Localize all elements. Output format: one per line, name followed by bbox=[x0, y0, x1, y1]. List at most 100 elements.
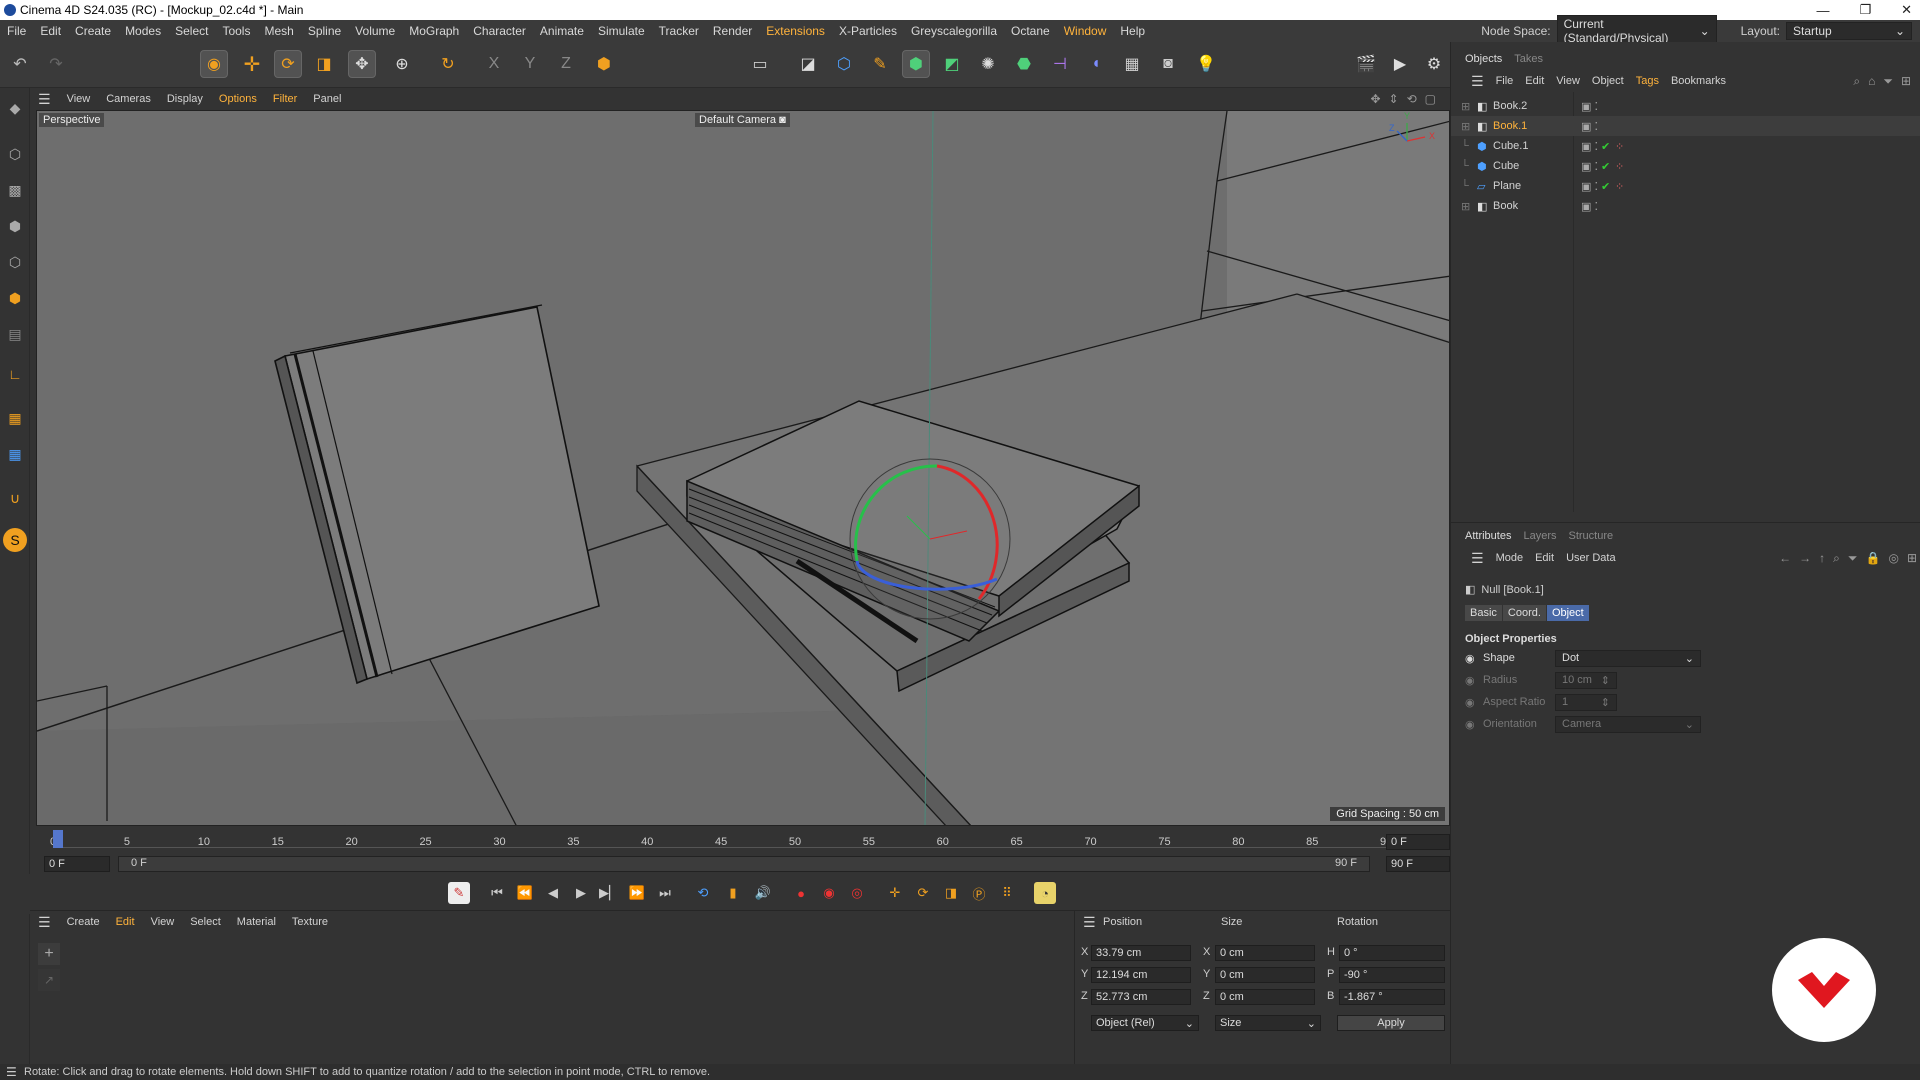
play-icon[interactable]: ▶ bbox=[570, 882, 592, 904]
scale-tool-icon[interactable]: ◨ bbox=[310, 50, 338, 78]
object-name[interactable]: Book.1 bbox=[1493, 120, 1527, 132]
record-keys-icon[interactable]: ● bbox=[790, 882, 812, 904]
menu-render[interactable]: Render bbox=[706, 24, 759, 38]
tab-attributes[interactable]: Attributes bbox=[1465, 530, 1511, 542]
timeline-window-icon[interactable]: ◔ bbox=[1034, 882, 1056, 904]
visibility-dots-icon[interactable]: ▣ ⁚ bbox=[1581, 180, 1598, 193]
menu-simulate[interactable]: Simulate bbox=[591, 24, 652, 38]
subtab-object[interactable]: Object bbox=[1546, 605, 1589, 621]
expand-icon[interactable]: ⊞ bbox=[1461, 100, 1470, 113]
key-pla-icon[interactable]: ⠿ bbox=[996, 882, 1018, 904]
check-icon[interactable]: ✔ bbox=[1601, 140, 1610, 153]
objects-menu-object[interactable]: Object bbox=[1586, 75, 1630, 87]
viewport-rotate-icon[interactable]: ⟲ bbox=[1407, 92, 1417, 106]
z-axis-lock-icon[interactable]: Z bbox=[552, 50, 580, 78]
object-name[interactable]: Book.2 bbox=[1493, 100, 1527, 112]
material-menu-texture[interactable]: Texture bbox=[284, 916, 336, 928]
menu-character[interactable]: Character bbox=[466, 24, 533, 38]
size-field[interactable]: 0 cm bbox=[1215, 945, 1315, 961]
polygons-mode-icon[interactable]: ⬢ bbox=[3, 286, 27, 310]
keyframe-selection-icon[interactable]: ◎ bbox=[846, 882, 868, 904]
key-scale-icon[interactable]: ◨ bbox=[940, 882, 962, 904]
points-mode-icon[interactable]: ⬢ bbox=[3, 214, 27, 238]
menu-edit[interactable]: Edit bbox=[33, 24, 68, 38]
sound-icon[interactable]: 🔊 bbox=[752, 882, 774, 904]
make-editable-icon[interactable]: ◆ bbox=[3, 96, 27, 120]
object-row[interactable]: └ ⬢ Cube ▣ ⁚ ✔ ⁘ bbox=[1451, 156, 1920, 176]
hamburger-icon[interactable]: ☰ bbox=[30, 91, 59, 108]
menu-mesh[interactable]: Mesh bbox=[257, 24, 300, 38]
menu-mograph[interactable]: MoGraph bbox=[402, 24, 466, 38]
filter-icon[interactable]: ⏷ bbox=[1848, 551, 1858, 566]
radio-icon[interactable]: ◉ bbox=[1465, 674, 1475, 687]
tab-layers[interactable]: Layers bbox=[1523, 530, 1556, 542]
camera-label[interactable]: Default Camera ◙ bbox=[695, 113, 790, 127]
expand-icon[interactable]: ⊞ bbox=[1461, 120, 1470, 133]
position-field[interactable]: 12.194 cm bbox=[1091, 967, 1191, 983]
render-settings-icon[interactable]: ⚙ bbox=[1420, 50, 1448, 78]
y-axis-lock-icon[interactable]: Y bbox=[516, 50, 544, 78]
extrude-icon[interactable]: ◩ bbox=[938, 50, 966, 78]
material-tag-icon[interactable]: ⁘ bbox=[1615, 180, 1624, 193]
object-name[interactable]: Book bbox=[1493, 200, 1518, 212]
filter-icon[interactable]: ⏷ bbox=[1883, 74, 1893, 89]
timeline[interactable]: 051015202530354045505560657075808590 0 F… bbox=[36, 826, 1450, 874]
loop-icon[interactable]: ⟲ bbox=[692, 882, 714, 904]
menu-file[interactable]: File bbox=[0, 24, 33, 38]
recent-tool-icon[interactable]: ↻ bbox=[434, 50, 462, 78]
camera-object-icon[interactable]: ◖ bbox=[1082, 50, 1110, 78]
object-row[interactable]: └ ▱ Plane ▣ ⁚ ✔ ⁘ bbox=[1451, 176, 1920, 196]
attr-menu-edit[interactable]: Edit bbox=[1529, 552, 1560, 564]
radio-icon[interactable]: ◉ bbox=[1465, 718, 1475, 731]
key-position-icon[interactable]: ✛ bbox=[884, 882, 906, 904]
size-field[interactable]: 0 cm bbox=[1215, 967, 1315, 983]
property-value[interactable]: Dot ⌄ bbox=[1555, 649, 1701, 667]
home-icon[interactable]: ⌂ bbox=[1868, 74, 1875, 89]
uv-mode-icon[interactable]: ▤ bbox=[3, 322, 27, 346]
hamburger-icon[interactable]: ☰ bbox=[6, 1065, 17, 1079]
radio-icon[interactable]: ◉ bbox=[1465, 696, 1475, 709]
texture-mode-icon[interactable]: ▩ bbox=[3, 178, 27, 202]
scene-camera-icon[interactable]: ◙ bbox=[1154, 50, 1182, 78]
spline-pen-icon[interactable]: ◪ bbox=[794, 50, 822, 78]
viewport-menu-display[interactable]: Display bbox=[159, 93, 211, 105]
menu-window[interactable]: Window bbox=[1057, 24, 1114, 38]
playhead[interactable] bbox=[53, 830, 63, 848]
prev-frame-icon[interactable]: ◀ bbox=[542, 882, 564, 904]
menu-volume[interactable]: Volume bbox=[348, 24, 402, 38]
keyframe-icon[interactable]: ✎ bbox=[448, 882, 470, 904]
viewport-menu-options[interactable]: Options bbox=[211, 93, 265, 105]
end-frame-field[interactable]: 90 F bbox=[1386, 856, 1450, 872]
menu-select[interactable]: Select bbox=[168, 24, 215, 38]
objects-menu-bookmarks[interactable]: Bookmarks bbox=[1665, 75, 1732, 87]
menu-extensions[interactable]: Extensions bbox=[759, 24, 832, 38]
material-menu-create[interactable]: Create bbox=[59, 916, 108, 928]
undo-icon[interactable]: ↶ bbox=[6, 50, 34, 78]
material-tag-icon[interactable]: ⁘ bbox=[1615, 140, 1624, 153]
viewport-label[interactable]: Perspective bbox=[39, 113, 105, 127]
search-icon[interactable]: ⌕ bbox=[1833, 551, 1840, 566]
object-name[interactable]: Cube bbox=[1493, 160, 1519, 172]
current-frame-field[interactable]: 0 F bbox=[1386, 834, 1450, 850]
spline-tool-icon[interactable]: ✎ bbox=[866, 50, 894, 78]
solo-icon[interactable]: S bbox=[3, 528, 27, 552]
objects-menu-file[interactable]: File bbox=[1490, 75, 1520, 87]
visibility-dots-icon[interactable]: ▣ ⁚ bbox=[1581, 160, 1598, 173]
check-icon[interactable]: ✔ bbox=[1601, 180, 1610, 193]
new-window-icon[interactable]: ⊞ bbox=[1907, 551, 1917, 566]
expand-icon[interactable]: ⊞ bbox=[1461, 200, 1470, 213]
preview-range-bar[interactable]: 0 F 90 F bbox=[118, 856, 1370, 872]
goto-end-icon[interactable]: ⏭ bbox=[654, 882, 676, 904]
objects-menu-view[interactable]: View bbox=[1550, 75, 1586, 87]
lock-icon[interactable]: 🔒 bbox=[1866, 551, 1881, 566]
render-view-icon[interactable]: 🎬 bbox=[1352, 50, 1380, 78]
move-tool-icon[interactable]: ✛ bbox=[238, 50, 266, 78]
menu-octane[interactable]: Octane bbox=[1004, 24, 1057, 38]
next-frame-icon[interactable]: ▶▏ bbox=[598, 882, 620, 904]
viewport-move-icon[interactable]: ✥ bbox=[1370, 92, 1380, 106]
viewport-menu-cameras[interactable]: Cameras bbox=[98, 93, 159, 105]
position-field[interactable]: 52.773 cm bbox=[1091, 989, 1191, 1005]
menu-animate[interactable]: Animate bbox=[533, 24, 591, 38]
mograph-cloner-icon[interactable]: ✺ bbox=[974, 50, 1002, 78]
material-tag-icon[interactable]: ⁘ bbox=[1615, 160, 1624, 173]
